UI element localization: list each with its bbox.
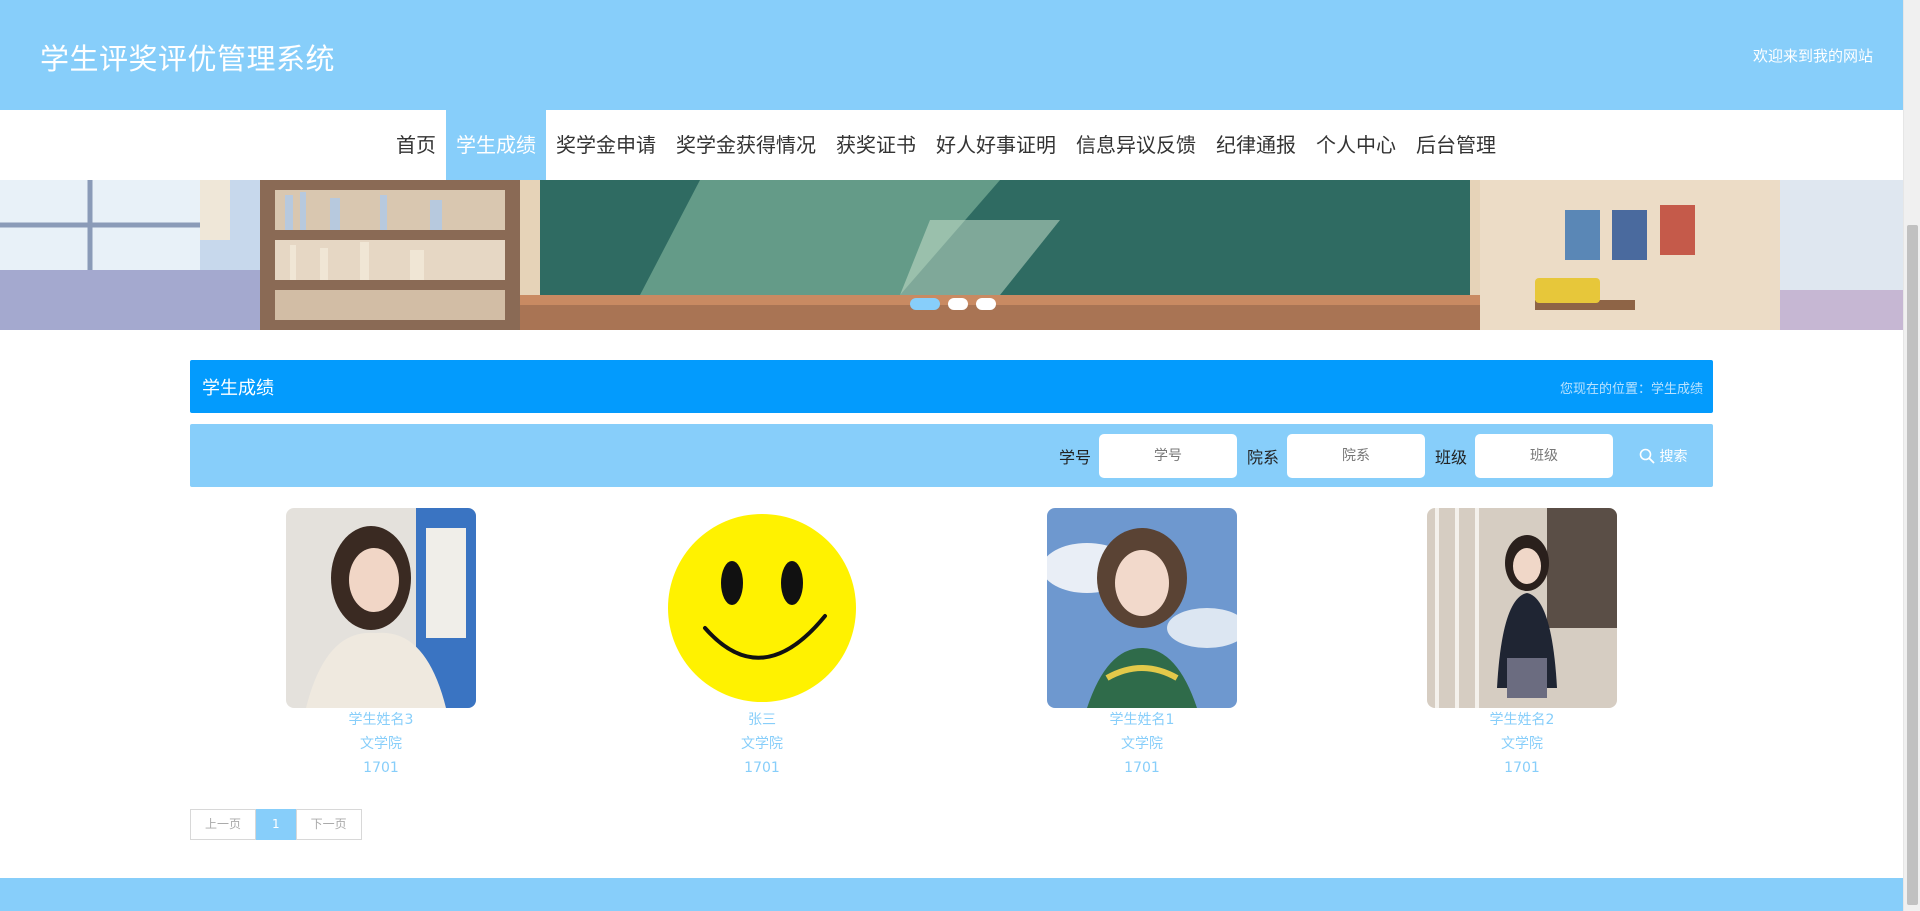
carousel-dots (910, 298, 996, 310)
vertical-scrollbar[interactable] (1903, 0, 1920, 911)
nav-item-admin[interactable]: 后台管理 (1406, 110, 1506, 180)
prev-page-button[interactable]: 上一页 (190, 809, 257, 840)
nav-item-award-certificates[interactable]: 获奖证书 (826, 110, 926, 180)
class-input[interactable] (1475, 434, 1613, 478)
student-photo (1427, 508, 1617, 708)
nav-item-scholarship-results[interactable]: 奖学金获得情况 (666, 110, 826, 180)
student-name: 学生姓名2 (1489, 712, 1555, 728)
student-name: 张三 (748, 712, 776, 728)
carousel-dot-2[interactable] (948, 298, 968, 310)
department-label: 院系 (1246, 448, 1279, 467)
scrollbar-thumb[interactable] (1907, 225, 1918, 905)
section-title: 学生成绩 (202, 378, 274, 399)
main-nav: 首页 学生成绩 奖学金申请 奖学金获得情况 获奖证书 好人好事证明 信息异议反馈… (0, 110, 1903, 180)
student-id-input[interactable] (1098, 434, 1237, 478)
student-class: 1701 (363, 760, 399, 776)
student-card[interactable]: 学生姓名3 文学院 1701 (286, 508, 476, 780)
site-footer (0, 878, 1903, 911)
nav-item-home[interactable]: 首页 (386, 110, 446, 180)
student-name: 学生姓名1 (1109, 712, 1175, 728)
student-photo (286, 508, 476, 708)
search-button-label: 搜索 (1659, 449, 1688, 465)
search-button[interactable]: 搜索 (1613, 434, 1713, 478)
page: 学生评奖评优管理系统 欢迎来到我的网站 首页 学生成绩 奖学金申请 奖学金获得情… (0, 0, 1903, 911)
nav-item-good-deeds[interactable]: 好人好事证明 (926, 110, 1066, 180)
breadcrumb: 您现在的位置：学生成绩 (1559, 382, 1703, 397)
student-name: 学生姓名3 (348, 712, 414, 728)
next-page-button[interactable]: 下一页 (295, 809, 362, 840)
banner-carousel[interactable] (0, 180, 1903, 330)
student-photo (1047, 508, 1237, 708)
class-label: 班级 (1434, 448, 1467, 467)
student-card[interactable]: 学生姓名2 文学院 1701 (1427, 508, 1617, 780)
student-department: 文学院 (741, 736, 783, 752)
welcome-text: 欢迎来到我的网站 (1752, 47, 1873, 65)
search-bar: 学号 院系 班级 搜索 (190, 424, 1713, 487)
pagination: 上一页 1 下一页 (190, 809, 362, 840)
student-card[interactable]: 学生姓名1 文学院 1701 (1047, 508, 1237, 780)
nav-item-scholarship-apply[interactable]: 奖学金申请 (546, 110, 666, 180)
nav-item-personal-center[interactable]: 个人中心 (1306, 110, 1406, 180)
search-icon (1639, 448, 1654, 464)
student-department: 文学院 (360, 736, 402, 752)
site-title: 学生评奖评优管理系统 (40, 42, 336, 76)
section-header: 学生成绩 您现在的位置：学生成绩 (190, 360, 1713, 413)
nav-item-feedback[interactable]: 信息异议反馈 (1066, 110, 1206, 180)
student-list: 学生姓名3 文学院 1701 张三 文学院 1701 学生姓名1 文学院 170… (190, 508, 1713, 788)
student-class: 1701 (1504, 760, 1540, 776)
department-input[interactable] (1286, 434, 1425, 478)
student-photo (667, 508, 857, 708)
carousel-dot-3[interactable] (976, 298, 996, 310)
student-card[interactable]: 张三 文学院 1701 (667, 508, 857, 780)
nav-item-discipline[interactable]: 纪律通报 (1206, 110, 1306, 180)
site-header: 学生评奖评优管理系统 欢迎来到我的网站 (0, 0, 1903, 110)
student-class: 1701 (744, 760, 780, 776)
student-department: 文学院 (1121, 736, 1163, 752)
carousel-dot-1[interactable] (910, 298, 940, 310)
nav-item-student-grades[interactable]: 学生成绩 (446, 110, 546, 180)
student-id-label: 学号 (1058, 448, 1091, 467)
student-department: 文学院 (1501, 736, 1543, 752)
student-class: 1701 (1124, 760, 1160, 776)
page-number-button[interactable]: 1 (256, 809, 296, 840)
